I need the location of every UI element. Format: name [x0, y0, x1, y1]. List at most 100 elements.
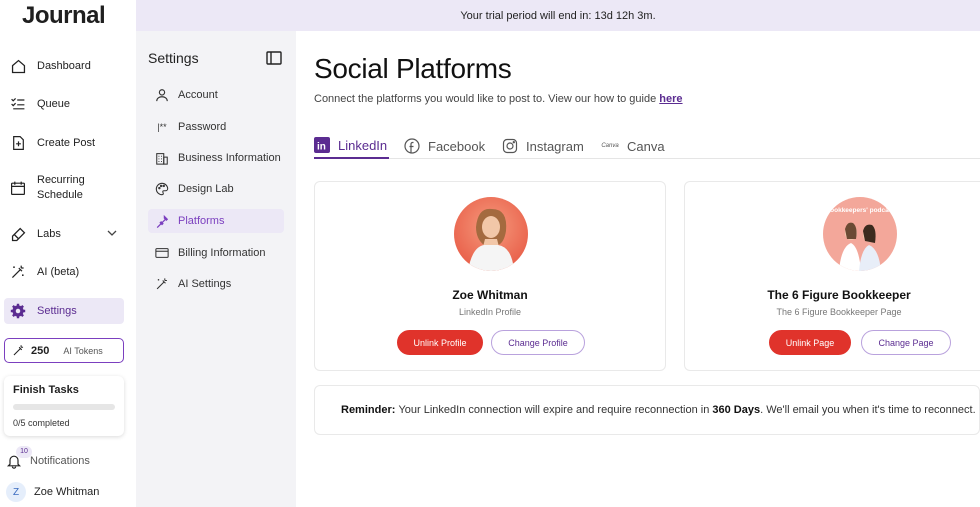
finish-tasks-card[interactable]: Finish Tasks 0/5 completed	[4, 376, 124, 436]
tab-label: Instagram	[526, 138, 584, 154]
tab-label: Facebook	[428, 138, 486, 154]
settings-item-label: Account	[178, 89, 218, 101]
canva-icon: Canva	[601, 143, 619, 149]
tasks-title: Finish Tasks	[13, 384, 79, 396]
settings-item-design-lab[interactable]: Design Lab	[148, 177, 284, 201]
sidebar-item-label: Labs	[37, 228, 61, 240]
settings-sidebar: Settings Account |** Password Business I…	[136, 31, 296, 507]
page-avatar: Bookkeepers' podcast	[823, 197, 897, 271]
svg-text:in: in	[317, 142, 326, 153]
magic-wand-icon	[12, 344, 25, 357]
settings-item-platforms[interactable]: Platforms	[148, 209, 284, 233]
change-profile-button[interactable]: Change Profile	[491, 330, 585, 355]
reminder-banner: Reminder: Your LinkedIn connection will …	[314, 385, 980, 435]
page-role: The 6 Figure Bookkeeper Page	[776, 307, 902, 317]
platform-tabs: in LinkedIn Facebook Instagram Canva Can…	[314, 133, 980, 159]
podcast-text: Bookkeepers' podcast	[825, 207, 895, 214]
settings-item-account[interactable]: Account	[148, 83, 284, 107]
sidebar-item-recurring-schedule[interactable]: Recurring Schedule	[4, 170, 124, 206]
change-page-button[interactable]: Change Page	[861, 330, 951, 355]
plug-icon	[154, 213, 170, 229]
notifications-label: Notifications	[30, 455, 90, 467]
user-icon	[154, 87, 170, 103]
settings-item-business-information[interactable]: Business Information	[148, 146, 284, 170]
settings-item-ai-settings[interactable]: AI Settings	[148, 272, 284, 296]
profile-role: LinkedIn Profile	[458, 307, 522, 317]
sidebar-item-label: Settings	[37, 305, 77, 317]
user-name: Zoe Whitman	[34, 486, 100, 498]
card-icon	[154, 245, 170, 261]
tab-canva[interactable]: Canva Canva	[601, 133, 665, 159]
settings-item-label: Billing Information	[178, 247, 266, 259]
sidebar-item-label: Recurring Schedule	[37, 174, 85, 201]
unlink-page-button[interactable]: Unlink Page	[769, 330, 851, 355]
page-title: Social Platforms	[314, 53, 512, 84]
settings-item-label: AI Settings	[178, 278, 232, 290]
linkedin-page-card: Bookkeepers' podcast The 6 Figure Bookke…	[684, 181, 980, 371]
main-content: Social Platforms Connect the platforms y…	[296, 31, 980, 507]
tasks-progress-bar	[13, 404, 115, 410]
profile-avatar	[454, 197, 528, 271]
sidebar-item-queue[interactable]: Queue	[4, 91, 124, 117]
sidebar-toggle-icon[interactable]	[266, 51, 282, 70]
sidebar-item-ai-beta[interactable]: AI (beta)	[4, 259, 124, 285]
reminder-text: Your LinkedIn connection will expire and…	[398, 404, 710, 416]
avatar: Z	[6, 482, 26, 502]
settings-item-label: Business Information	[178, 152, 281, 164]
tab-facebook[interactable]: Facebook	[404, 133, 485, 159]
tab-label: Canva	[627, 138, 665, 154]
tab-linkedin[interactable]: in LinkedIn	[314, 133, 390, 159]
linkedin-icon: in	[314, 137, 330, 153]
token-label: AI Tokens	[63, 345, 103, 356]
subtitle-text: Connect the platforms you would like to …	[314, 93, 657, 105]
unlink-profile-button[interactable]: Unlink Profile	[397, 330, 483, 355]
home-icon	[8, 56, 28, 76]
building-icon	[154, 150, 170, 166]
chevron-down-icon[interactable]	[106, 227, 118, 242]
sidebar-item-label: Queue	[37, 98, 71, 110]
sidebar-item-settings[interactable]: Settings	[4, 298, 124, 324]
reminder-text-end: . We'll email you when it's time to reco…	[760, 404, 976, 416]
page-name: The 6 Figure Bookkeeper	[767, 288, 911, 302]
reminder-days: 360 Days	[712, 404, 761, 416]
trial-banner: Your trial period will end in: 13d 12h 3…	[136, 0, 980, 31]
password-icon: |**	[157, 122, 167, 132]
settings-item-label: Password	[178, 121, 227, 133]
gear-icon	[8, 301, 28, 321]
settings-item-billing-information[interactable]: Billing Information	[148, 241, 284, 265]
calendar-icon	[8, 178, 28, 198]
page-subtitle: Connect the platforms you would like to …	[314, 93, 683, 105]
sidebar-item-label: AI (beta)	[37, 266, 80, 278]
settings-item-label: Platforms	[178, 215, 225, 227]
sidebar-item-labs[interactable]: Labs	[4, 221, 124, 247]
profile-name: Zoe Whitman	[452, 288, 528, 302]
instagram-icon	[502, 138, 518, 154]
ai-tokens-badge[interactable]: 250 AI Tokens	[4, 338, 124, 363]
user-profile[interactable]: Z Zoe Whitman	[4, 480, 124, 504]
tab-label: LinkedIn	[338, 137, 388, 153]
create-post-icon	[8, 133, 28, 153]
tab-instagram[interactable]: Instagram	[502, 133, 584, 159]
main-sidebar: Journal Dashboard Queue Create Post Recu…	[0, 0, 136, 507]
token-count: 250	[31, 344, 50, 357]
settings-item-password[interactable]: |** Password	[148, 115, 284, 139]
list-icon	[8, 94, 28, 114]
magic-wand-icon	[154, 276, 170, 292]
palette-icon	[154, 181, 170, 197]
guide-link[interactable]: here	[659, 93, 682, 105]
notifications-button[interactable]: 10 Notifications	[4, 446, 124, 474]
notification-count: 10	[16, 446, 32, 458]
sidebar-item-label: Create Post	[37, 137, 96, 149]
linkedin-profile-card: Zoe Whitman LinkedIn Profile Unlink Prof…	[314, 181, 666, 371]
app-logo[interactable]: Journal	[22, 2, 106, 30]
magic-wand-icon	[8, 262, 28, 282]
sidebar-item-dashboard[interactable]: Dashboard	[4, 53, 124, 79]
reminder-label: Reminder:	[341, 404, 396, 416]
flask-icon	[8, 224, 28, 244]
facebook-icon	[404, 138, 420, 154]
sidebar-item-create-post[interactable]: Create Post	[4, 130, 124, 156]
settings-title: Settings	[148, 50, 199, 66]
tasks-completed: 0/5 completed	[13, 418, 70, 428]
settings-item-label: Design Lab	[178, 183, 234, 195]
trial-text: Your trial period will end in: 13d 12h 3…	[460, 9, 656, 22]
